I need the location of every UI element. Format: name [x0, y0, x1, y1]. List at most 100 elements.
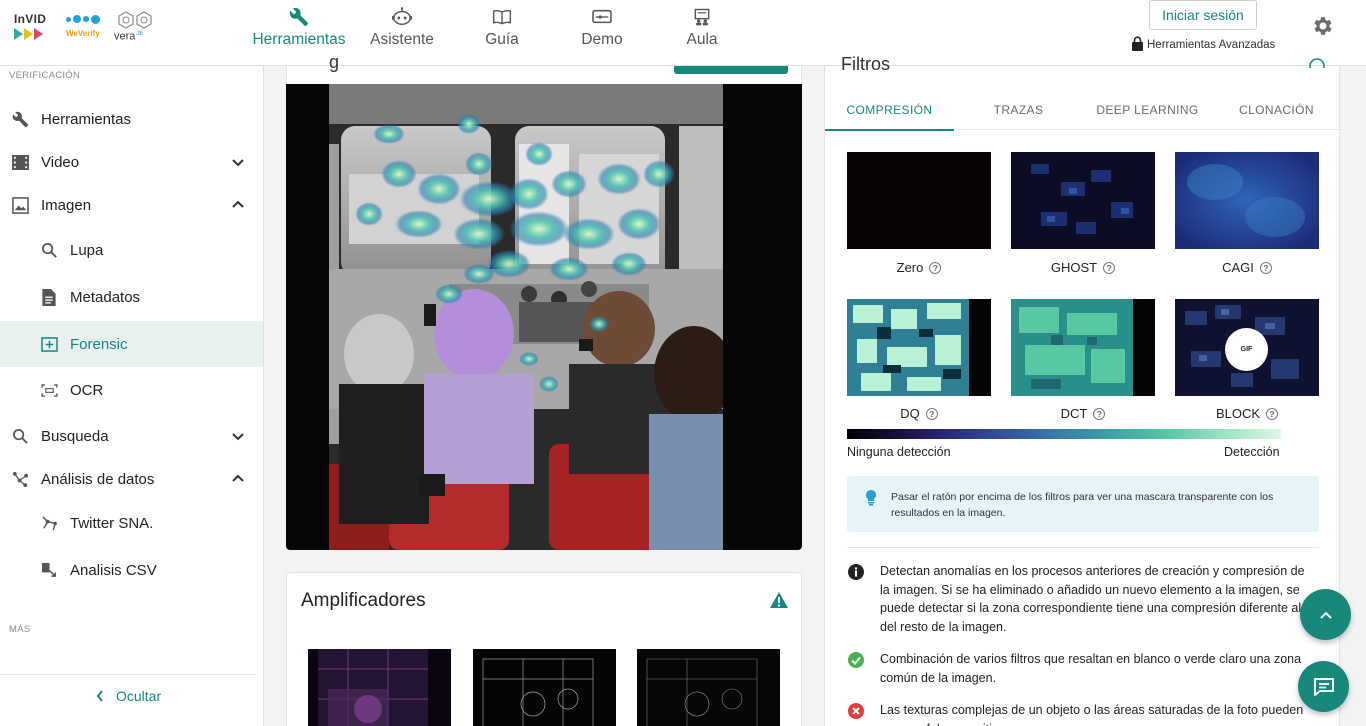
film-icon	[11, 153, 29, 171]
nav-guia[interactable]: Guía	[452, 0, 552, 66]
image-card-header: g	[286, 52, 802, 84]
nav-label: Guía	[485, 31, 519, 48]
image-card-title: g	[329, 52, 340, 72]
filter-label-dq: DQ?	[847, 406, 991, 421]
search-icon	[11, 427, 29, 445]
chevron-up-icon	[232, 474, 244, 482]
sidebar-item-label: Analisis CSV	[70, 561, 157, 579]
sidebar-item-analisis-de-datos[interactable]: Análisis de datos	[0, 456, 263, 502]
filter-label-ghost: GHOST?	[1011, 260, 1155, 275]
sidebar-item-metadatos[interactable]: Metadatos	[0, 274, 263, 320]
filter-thumb-dq[interactable]	[847, 299, 991, 396]
help-icon[interactable]	[1309, 58, 1325, 68]
sidebar-item-label: Imagen	[41, 196, 92, 214]
scale-label-min: Ninguna detección	[847, 445, 951, 459]
hide-sidebar-button[interactable]: Ocultar	[96, 688, 161, 704]
filter-name: DQ	[900, 406, 920, 421]
wrench-icon	[288, 6, 310, 28]
sidebar-item-analisis-csv[interactable]: Analisis CSV	[0, 547, 263, 593]
filter-name: DCT	[1060, 406, 1088, 421]
lock-icon	[1131, 36, 1144, 54]
magnifier-icon	[40, 241, 58, 259]
sidebar-item-label: Video	[41, 153, 80, 171]
sidebar-item-imagen[interactable]: Imagen	[0, 182, 263, 228]
filters-panel: Filtros COMPRESIÓN TRAZAS DEEP LEARNING …	[824, 54, 1341, 726]
forensic-image-viewer[interactable]	[286, 84, 802, 550]
filter-thumb-dct[interactable]	[1011, 299, 1155, 396]
sidebar-item-video[interactable]: Video	[0, 139, 263, 185]
filter-thumb-block[interactable]: GIF	[1175, 299, 1319, 396]
help-icon[interactable]: ?	[929, 261, 942, 274]
sidebar-item-lupa[interactable]: Lupa	[0, 227, 263, 273]
tab-compresion[interactable]: COMPRESIÓN	[825, 90, 954, 131]
image-card-action-button[interactable]	[674, 66, 788, 74]
description-text: Combinación de varios filtros que resalt…	[880, 652, 1302, 685]
chevron-left-icon	[96, 690, 103, 702]
divider	[847, 547, 1319, 548]
settings-gear-icon[interactable]	[1311, 14, 1335, 38]
nav-demo[interactable]: Demo	[552, 0, 652, 66]
sidebar-divider	[0, 674, 256, 675]
nav-label: Herramientas	[252, 31, 346, 48]
amplifiers-title: Amplificadores	[301, 590, 426, 611]
chevron-down-icon	[232, 433, 244, 441]
help-icon[interactable]: ?	[1103, 261, 1116, 274]
chat-button[interactable]	[1298, 661, 1349, 712]
data-analysis-icon	[11, 470, 29, 488]
image-icon	[11, 196, 29, 214]
filter-name: BLOCK	[1215, 406, 1261, 421]
sidebar-item-label: Herramientas	[41, 110, 132, 128]
amplifier-thumbnail-2[interactable]	[473, 649, 616, 726]
warning-icon[interactable]	[769, 591, 789, 609]
amplifier-thumbnail-1[interactable]	[308, 649, 451, 726]
advanced-tools-label: Herramientas Avanzadas	[1147, 39, 1276, 51]
weverify-logo: WeVerify	[66, 12, 106, 44]
nav-label: Asistente	[370, 31, 434, 48]
amplifier-thumbnail-3[interactable]	[637, 649, 780, 726]
sidebar-item-herramientas[interactable]: Herramientas	[0, 96, 263, 142]
vera-ai-logo: vera.ai	[114, 10, 160, 46]
wrench-icon	[11, 110, 29, 128]
sidebar-item-label: Lupa	[70, 241, 104, 259]
chevron-down-icon	[232, 159, 244, 167]
chat-icon	[1313, 677, 1334, 696]
check-icon	[848, 652, 864, 668]
help-icon[interactable]: ?	[1266, 407, 1279, 420]
main-nav: Herramientas Asistente Guía Demo Aula	[246, 0, 752, 66]
info-icon	[848, 564, 864, 580]
nav-asistente[interactable]: Asistente	[352, 0, 452, 66]
advanced-tools-status[interactable]: Herramientas Avanzadas	[1131, 36, 1275, 54]
sidebar: VERIFICACIÓN Herramientas Video Imagen L…	[0, 66, 264, 726]
detection-color-scale	[847, 429, 1281, 439]
filter-tabs: COMPRESIÓN TRAZAS DEEP LEARNING CLONACIÓ…	[825, 90, 1341, 131]
filter-label-cagi: CAGI?	[1175, 260, 1319, 275]
tab-clonacion[interactable]: CLONACIÓN	[1212, 90, 1341, 130]
sidebar-item-label: Busqueda	[41, 427, 109, 445]
document-icon	[40, 288, 58, 306]
gif-button[interactable]: GIF	[1225, 328, 1268, 371]
filter-thumb-zero[interactable]	[847, 152, 991, 249]
twitter-sna-icon	[40, 514, 58, 532]
help-icon[interactable]: ?	[1093, 407, 1106, 420]
logo-group[interactable]: InVID WeVerify vera.ai	[14, 8, 160, 48]
scroll-to-top-button[interactable]	[1300, 589, 1351, 640]
sidebar-item-forensic[interactable]: Forensic	[0, 321, 263, 367]
amplifiers-card: Amplificadores	[286, 572, 802, 726]
sidebar-item-busqueda[interactable]: Busqueda	[0, 413, 263, 459]
filter-thumb-cagi[interactable]	[1175, 152, 1319, 249]
csv-icon	[40, 561, 58, 579]
tab-trazas[interactable]: TRAZAS	[954, 90, 1083, 130]
sidebar-item-ocr[interactable]: OCR	[0, 367, 263, 413]
sidebar-item-label: Análisis de datos	[41, 470, 155, 488]
ocr-icon	[40, 381, 58, 399]
help-icon[interactable]: ?	[925, 407, 938, 420]
invid-logo: InVID	[14, 12, 58, 44]
sidebar-item-twitter-sna[interactable]: Twitter SNA.	[0, 500, 263, 546]
help-icon[interactable]: ?	[1259, 261, 1272, 274]
login-button[interactable]: Iniciar sesión	[1149, 0, 1257, 30]
page-scrollbar[interactable]	[1360, 66, 1366, 726]
robot-icon	[391, 6, 413, 28]
tab-deep-learning[interactable]: DEEP LEARNING	[1083, 90, 1212, 130]
nav-aula[interactable]: Aula	[652, 0, 752, 66]
filter-thumb-ghost[interactable]	[1011, 152, 1155, 249]
